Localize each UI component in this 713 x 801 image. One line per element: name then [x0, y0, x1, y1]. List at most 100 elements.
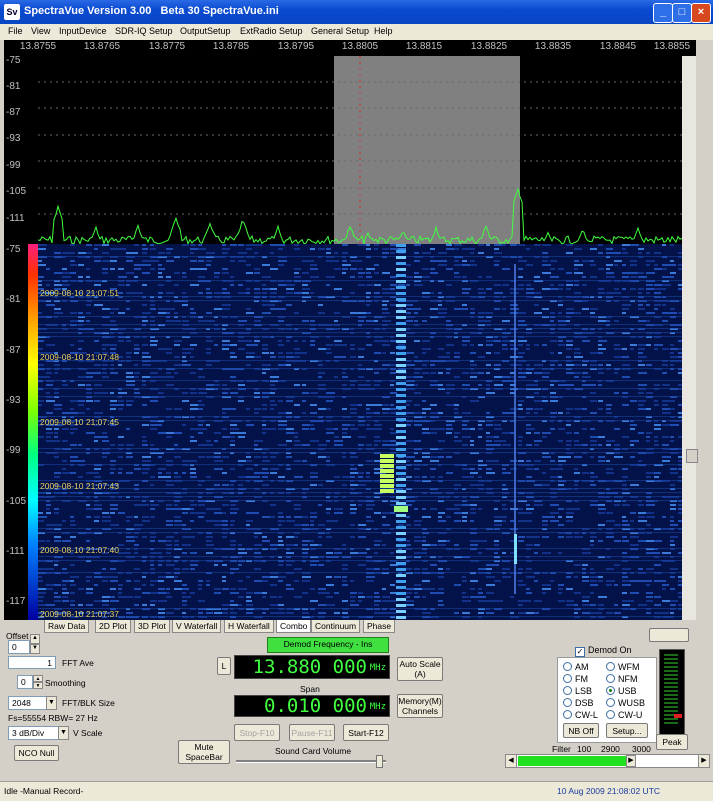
- mode-dsb[interactable]: DSB: [563, 698, 594, 708]
- freq-tick: 13.8785: [212, 41, 250, 52]
- freq-tick: 13.8765: [83, 41, 121, 52]
- menu-extradio-setup[interactable]: ExtRadio Setup: [240, 26, 303, 36]
- mode-wfm[interactable]: WFM: [606, 662, 640, 672]
- demod-frequency-value: 13.880 000: [252, 656, 367, 678]
- freq-tick: 13.8805: [341, 41, 379, 52]
- demod-passband[interactable]: [334, 56, 520, 244]
- volume-label: Sound Card Volume: [275, 746, 352, 756]
- freq-tick: 13.8845: [599, 41, 637, 52]
- waterfall-db-label: -81: [6, 294, 21, 305]
- close-icon[interactable]: ×: [691, 3, 711, 23]
- waterfall-timestamp: 2009-08-10 21:07:48: [40, 352, 119, 362]
- menu-bar: File View InputDevice SDR-IQ Setup Outpu…: [0, 24, 713, 40]
- slider-right-arrow-icon[interactable]: ▶: [698, 755, 709, 767]
- slider-left-arrow-icon[interactable]: ◀: [506, 755, 517, 767]
- offset-up-arrow-icon[interactable]: ▲: [30, 634, 40, 644]
- stop-button[interactable]: Stop-F10: [234, 724, 280, 741]
- waterfall-db-label: -105: [6, 496, 27, 507]
- fft-ave-input[interactable]: 1: [8, 656, 56, 669]
- volume-slider-track[interactable]: [236, 760, 386, 763]
- nb-off-button[interactable]: NB Off: [563, 723, 599, 738]
- mode-lsb[interactable]: LSB: [563, 686, 592, 696]
- start-button[interactable]: Start-F12: [343, 724, 389, 741]
- signal-meter: [659, 649, 685, 735]
- waterfall-timestamp: 2009-08-10 21:07:40: [40, 545, 119, 555]
- status-clock: 10 Aug 2009 21:08:02 UTC: [557, 786, 661, 796]
- tab-raw-data[interactable]: Raw Data: [44, 620, 90, 633]
- menu-help[interactable]: Help: [374, 26, 393, 36]
- smoothing-up-arrow-icon[interactable]: ▲: [33, 675, 43, 682]
- nco-null-button[interactable]: NCO Null: [14, 745, 59, 761]
- waterfall-timestamp: 2009-08-10 21:07:51: [40, 288, 119, 298]
- frequency-axis: 13.8755 13.8765 13.8775 13.8785 13.8795 …: [20, 40, 690, 54]
- tab-continuum[interactable]: Continuum: [311, 620, 361, 633]
- maximize-icon[interactable]: □: [672, 3, 692, 23]
- waterfall-db-label: -75: [6, 244, 21, 255]
- waterfall-db-label: -111: [6, 546, 25, 557]
- offset-down-arrow-icon[interactable]: ▼: [30, 644, 40, 654]
- freq-tick: 13.8815: [405, 41, 443, 52]
- tab-phase[interactable]: Phase: [363, 620, 396, 633]
- frequency-unit: MHz: [369, 663, 386, 673]
- menu-file[interactable]: File: [8, 26, 23, 36]
- waterfall-db-label: -93: [6, 395, 21, 406]
- mode-fm[interactable]: FM: [563, 674, 588, 684]
- fft-size-dropdown-icon[interactable]: ▼: [46, 696, 57, 710]
- tab-v-waterfall[interactable]: V Waterfall: [172, 620, 222, 633]
- vscale-label: V Scale: [73, 728, 103, 738]
- mode-cw-l[interactable]: CW-L: [563, 710, 598, 720]
- tab-3d-plot[interactable]: 3D Plot: [134, 620, 170, 633]
- smoothing-down-arrow-icon[interactable]: ▼: [33, 682, 43, 689]
- spectrum-db-label: -81: [6, 81, 21, 92]
- tab-combo[interactable]: Combo: [276, 620, 312, 633]
- spectrum-db-label: -99: [6, 160, 21, 171]
- scroll-thumb[interactable]: [686, 449, 698, 463]
- menu-inputdevice[interactable]: InputDevice: [59, 26, 107, 36]
- pause-button[interactable]: Pause-F11: [289, 724, 335, 741]
- smoothing-label: Smoothing: [45, 678, 86, 688]
- waterfall-db-label: -87: [6, 345, 21, 356]
- peak-button[interactable]: Peak: [656, 734, 688, 750]
- vertical-scrollbar[interactable]: [682, 56, 696, 620]
- tab-h-waterfall[interactable]: H Waterfall: [224, 620, 274, 633]
- spectrum-db-label: -111: [6, 213, 25, 224]
- freq-tick: 13.8795: [277, 41, 315, 52]
- slider-thumb[interactable]: ▶: [626, 755, 636, 767]
- tab-2d-plot[interactable]: 2D Plot: [95, 620, 131, 633]
- smoothing-input[interactable]: 0: [17, 675, 33, 689]
- offset-input[interactable]: 0: [8, 640, 30, 654]
- setup-button[interactable]: Setup...: [606, 723, 648, 738]
- mode-wusb[interactable]: WUSB: [606, 698, 645, 708]
- demod-on-checkbox[interactable]: ✓ Demod On: [575, 645, 632, 657]
- freq-tick: 13.8835: [534, 41, 572, 52]
- spectrum-plot[interactable]: [38, 56, 682, 244]
- mode-cw-u[interactable]: CW-U: [606, 710, 642, 720]
- signal-level-marker: [674, 714, 682, 718]
- l-button[interactable]: L: [217, 657, 231, 675]
- top-right-button[interactable]: [649, 628, 689, 642]
- mode-am[interactable]: AM: [563, 662, 589, 672]
- vscale-dropdown-icon[interactable]: ▼: [58, 726, 69, 740]
- filter-low: 100: [577, 744, 592, 754]
- waterfall-timestamp: 2009-08-10 21:07:37: [40, 609, 119, 619]
- auto-scale-button[interactable]: Auto Scale (A): [397, 657, 443, 681]
- demod-frequency-display[interactable]: 13.880 000 MHz: [234, 655, 390, 679]
- volume-slider-thumb[interactable]: [375, 755, 383, 768]
- filter-label: Filter: [552, 744, 571, 754]
- app-icon: Sv: [4, 4, 20, 20]
- menu-general-setup[interactable]: General Setup: [311, 26, 369, 36]
- filter-slider[interactable]: ◀ ▶ ▶: [505, 754, 710, 768]
- freq-tick: 13.8775: [148, 41, 186, 52]
- span-label: Span: [300, 684, 320, 694]
- menu-sdriq-setup[interactable]: SDR-IQ Setup: [115, 26, 173, 36]
- mute-button[interactable]: Mute SpaceBar: [178, 740, 230, 764]
- waterfall-display[interactable]: [38, 244, 682, 620]
- span-display[interactable]: 0.010 000 MHz: [234, 695, 390, 717]
- mode-usb[interactable]: USB: [606, 686, 637, 696]
- mode-nfm[interactable]: NFM: [606, 674, 638, 684]
- menu-view[interactable]: View: [31, 26, 50, 36]
- memory-channels-button[interactable]: Memory(M) Channels: [397, 694, 443, 718]
- menu-outputsetup[interactable]: OutputSetup: [180, 26, 231, 36]
- minimize-icon[interactable]: _: [653, 3, 673, 23]
- freq-tick: 13.8825: [470, 41, 508, 52]
